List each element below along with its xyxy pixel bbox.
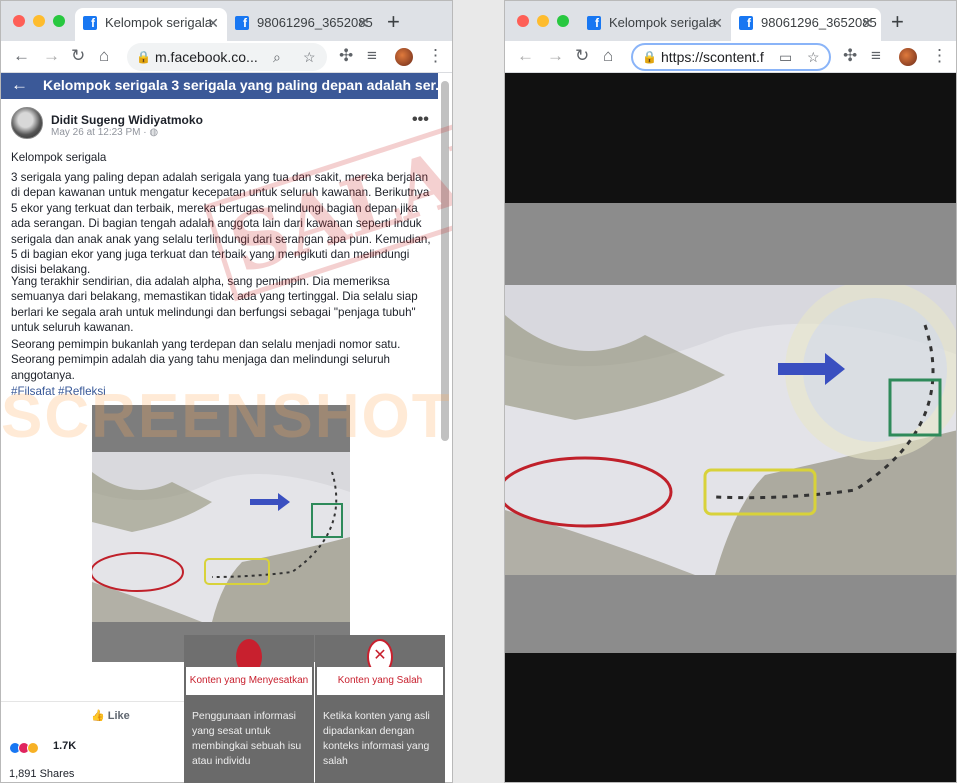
cast-icon[interactable]: ▭ <box>779 45 792 69</box>
media-icon[interactable]: ≡ <box>367 45 377 67</box>
minimize-window-button[interactable] <box>33 15 45 27</box>
like-label: Like <box>107 710 130 722</box>
more-vert-icon[interactable]: ⋮ <box>427 45 444 67</box>
back-arrow-icon[interactable]: ← <box>517 45 534 67</box>
close-tab-icon[interactable]: ✕ <box>207 8 219 38</box>
close-window-button[interactable] <box>13 15 25 27</box>
forward-arrow-icon[interactable]: → <box>43 45 60 67</box>
facebook-icon: f <box>235 16 249 30</box>
globe-icon: ◍ <box>149 127 159 138</box>
url-text: m.facebook.co... <box>155 49 258 65</box>
wolves-photo-illustration <box>505 280 956 575</box>
back-arrow-icon[interactable]: ← <box>13 45 30 67</box>
new-tab-icon[interactable]: + <box>387 9 400 35</box>
browser-toolbar: ← → ↻ ⌂ 🔒 https://scontent.f ▭ ☆ ✣ ≡ ⋮ <box>505 41 956 73</box>
url-text: https://scontent.f <box>661 49 764 65</box>
page-title: Kelompok serigala 3 serigala yang paling… <box>43 77 447 93</box>
right-browser-window: f Kelompok serigala ✕ f 98061296_3652085… <box>504 0 957 783</box>
star-icon[interactable]: ☆ <box>807 45 820 69</box>
card-label: Konten yang Salah <box>317 667 443 695</box>
facebook-icon: f <box>587 16 601 30</box>
address-bar[interactable]: 🔒 https://scontent.f ▭ ☆ <box>631 43 831 71</box>
reload-icon[interactable]: ↻ <box>575 45 589 67</box>
wolves-photo-illustration <box>92 452 350 622</box>
search-icon[interactable]: ⌕ <box>273 43 281 71</box>
star-icon[interactable]: ☆ <box>303 43 316 71</box>
post-date: May 26 at 12:23 PM · ◍ <box>51 127 158 138</box>
lock-icon: 🔒 <box>136 50 151 64</box>
lock-icon: 🔒 <box>642 50 657 64</box>
close-tab-icon[interactable]: ✕ <box>711 8 723 38</box>
zoom-window-button[interactable] <box>53 15 65 27</box>
post-author[interactable]: Didit Sugeng Widiyatmoko <box>51 113 203 127</box>
new-tab-icon[interactable]: + <box>891 9 904 35</box>
thumbs-up-icon: 👍 <box>91 710 105 722</box>
facebook-icon: f <box>83 16 97 30</box>
wolves-photo <box>92 452 350 622</box>
close-tab-icon[interactable]: ✕ <box>861 8 873 38</box>
share-count[interactable]: 1,891 Shares <box>9 768 74 780</box>
tab-facebook-post[interactable]: f Kelompok serigala ✕ <box>579 8 731 41</box>
post-paragraph: Yang terakhir sendirian, dia adalah alph… <box>11 275 418 335</box>
zoom-window-button[interactable] <box>557 15 569 27</box>
back-arrow-icon[interactable]: ← <box>11 75 28 95</box>
facebook-header: ← Kelompok serigala 3 serigala yang pali… <box>1 73 447 99</box>
facebook-icon: f <box>739 16 753 30</box>
close-tab-icon[interactable]: ✕ <box>357 8 369 38</box>
card-label: Konten yang Menyesatkan <box>186 667 312 695</box>
profile-avatar[interactable] <box>395 48 413 66</box>
avatar[interactable] <box>11 107 43 139</box>
card-description: Ketika konten yang asli dipadankan denga… <box>323 711 430 767</box>
post-paragraph: Seorang pemimpin bukanlah yang terdepan … <box>11 338 401 382</box>
more-vert-icon[interactable]: ⋮ <box>931 45 948 67</box>
care-reaction-icon <box>27 741 39 754</box>
home-icon[interactable]: ⌂ <box>603 45 613 67</box>
wolves-photo <box>505 280 956 575</box>
viewer-image[interactable] <box>505 203 956 653</box>
browser-toolbar: ← → ↻ ⌂ 🔒 m.facebook.co... ⌕ ☆ ✣ ≡ ⋮ <box>1 41 452 73</box>
reload-icon[interactable]: ↻ <box>71 45 85 67</box>
profile-avatar[interactable] <box>899 48 917 66</box>
label-card-false: ✕ Konten yang Salah Ketika konten yang a… <box>315 635 445 783</box>
close-window-button[interactable] <box>517 15 529 27</box>
post-date-text: May 26 at 12:23 PM · <box>51 127 150 138</box>
like-button[interactable]: 👍 Like <box>91 709 130 722</box>
puzzle-icon[interactable]: ✣ <box>339 45 353 67</box>
media-icon[interactable]: ≡ <box>871 45 881 67</box>
reaction-icons[interactable] <box>9 739 39 757</box>
tab-image[interactable]: f 98061296_3652085 ✕ <box>227 8 377 41</box>
home-icon[interactable]: ⌂ <box>99 45 109 67</box>
address-bar[interactable]: 🔒 m.facebook.co... ⌕ ☆ <box>127 43 327 71</box>
image-viewer <box>505 73 956 782</box>
puzzle-icon[interactable]: ✣ <box>843 45 857 67</box>
card-description: Penggunaan informasi yang sesat untuk me… <box>192 711 302 767</box>
reaction-count[interactable]: 1.7K <box>53 740 76 752</box>
more-options-icon[interactable]: ••• <box>412 111 429 129</box>
tab-strip: f Kelompok serigala ✕ f 98061296_3652085… <box>1 1 452 41</box>
label-card-misleading: Konten yang Menyesatkan Penggunaan infor… <box>184 635 314 783</box>
tab-image[interactable]: f 98061296_3652085 ✕ <box>731 8 881 41</box>
watermark: SCREENSHOT BY <box>1 382 452 451</box>
forward-arrow-icon[interactable]: → <box>547 45 564 67</box>
tab-strip: f Kelompok serigala ✕ f 98061296_3652085… <box>505 1 956 41</box>
tab-facebook-post[interactable]: f Kelompok serigala ✕ <box>75 8 227 41</box>
minimize-window-button[interactable] <box>537 15 549 27</box>
